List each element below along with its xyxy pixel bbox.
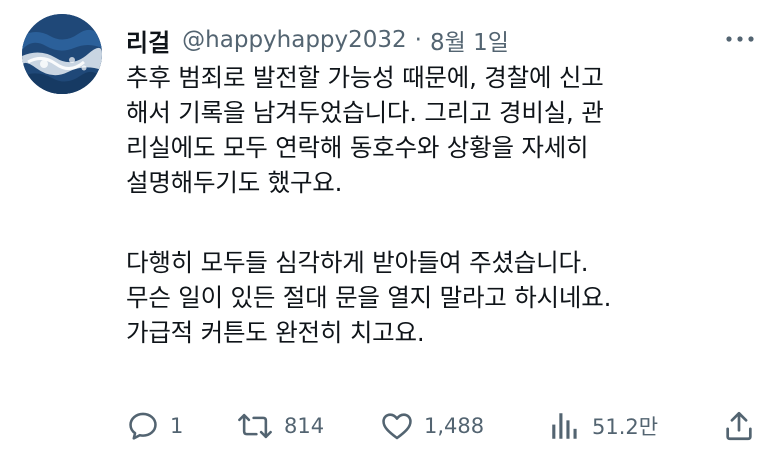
tweet-text-line: 리실에도 모두 연락해 동호수와 상황을 자세히 bbox=[126, 133, 589, 162]
like-count: 1,488 bbox=[424, 414, 485, 438]
more-options-button[interactable] bbox=[723, 26, 757, 52]
reply-button[interactable]: 1 bbox=[126, 404, 183, 448]
retweet-icon bbox=[238, 413, 272, 439]
heart-icon bbox=[382, 413, 412, 440]
tweet-text-line: 가급적 커튼도 완전히 치고요. bbox=[126, 318, 425, 347]
retweet-button[interactable]: 814 bbox=[236, 404, 324, 448]
action-bar: 1 814 1,488 51.2만 bbox=[126, 404, 766, 448]
views-icon bbox=[552, 413, 577, 439]
tweet-date[interactable]: 8월 1일 bbox=[430, 23, 509, 57]
avatar[interactable] bbox=[22, 14, 102, 94]
share-icon bbox=[726, 411, 752, 441]
tweet-text-line: 해서 기록을 남겨두었습니다. 그리고 경비실, 관 bbox=[126, 98, 604, 127]
display-name[interactable]: 리걸 bbox=[126, 23, 170, 58]
tweet-text-line: 무슨 일이 있든 절대 문을 열지 말라고 하시네요. bbox=[126, 283, 612, 312]
views-count: 51.2만 bbox=[592, 415, 659, 439]
retweet-count: 814 bbox=[284, 414, 325, 438]
share-button[interactable] bbox=[722, 404, 756, 448]
tweet-header: 리걸 @happyhappy2032 · 8월 1일 bbox=[126, 20, 509, 60]
reply-icon bbox=[129, 412, 157, 440]
tweet[interactable]: 리걸 @happyhappy2032 · 8월 1일 추후 범죄로 발전할 가능… bbox=[0, 0, 779, 458]
tweet-text-line: 설명해두기도 했구요. bbox=[126, 168, 343, 197]
reply-count: 1 bbox=[170, 414, 184, 438]
more-icon bbox=[726, 36, 754, 42]
like-button[interactable]: 1,488 bbox=[380, 404, 484, 448]
views-button[interactable]: 51.2만 bbox=[548, 404, 658, 448]
tweet-text: 추후 범죄로 발전할 가능성 때문에, 경찰에 신고 해서 기록을 남겨두었습니… bbox=[126, 60, 766, 350]
tweet-text-line: 추후 범죄로 발전할 가능성 때문에, 경찰에 신고 bbox=[126, 63, 604, 92]
user-handle[interactable]: @happyhappy2032 bbox=[182, 27, 407, 53]
separator-dot: · bbox=[414, 27, 422, 53]
tweet-text-line: 다행히 모두들 심각하게 받아들여 주셨습니다. bbox=[126, 248, 589, 277]
